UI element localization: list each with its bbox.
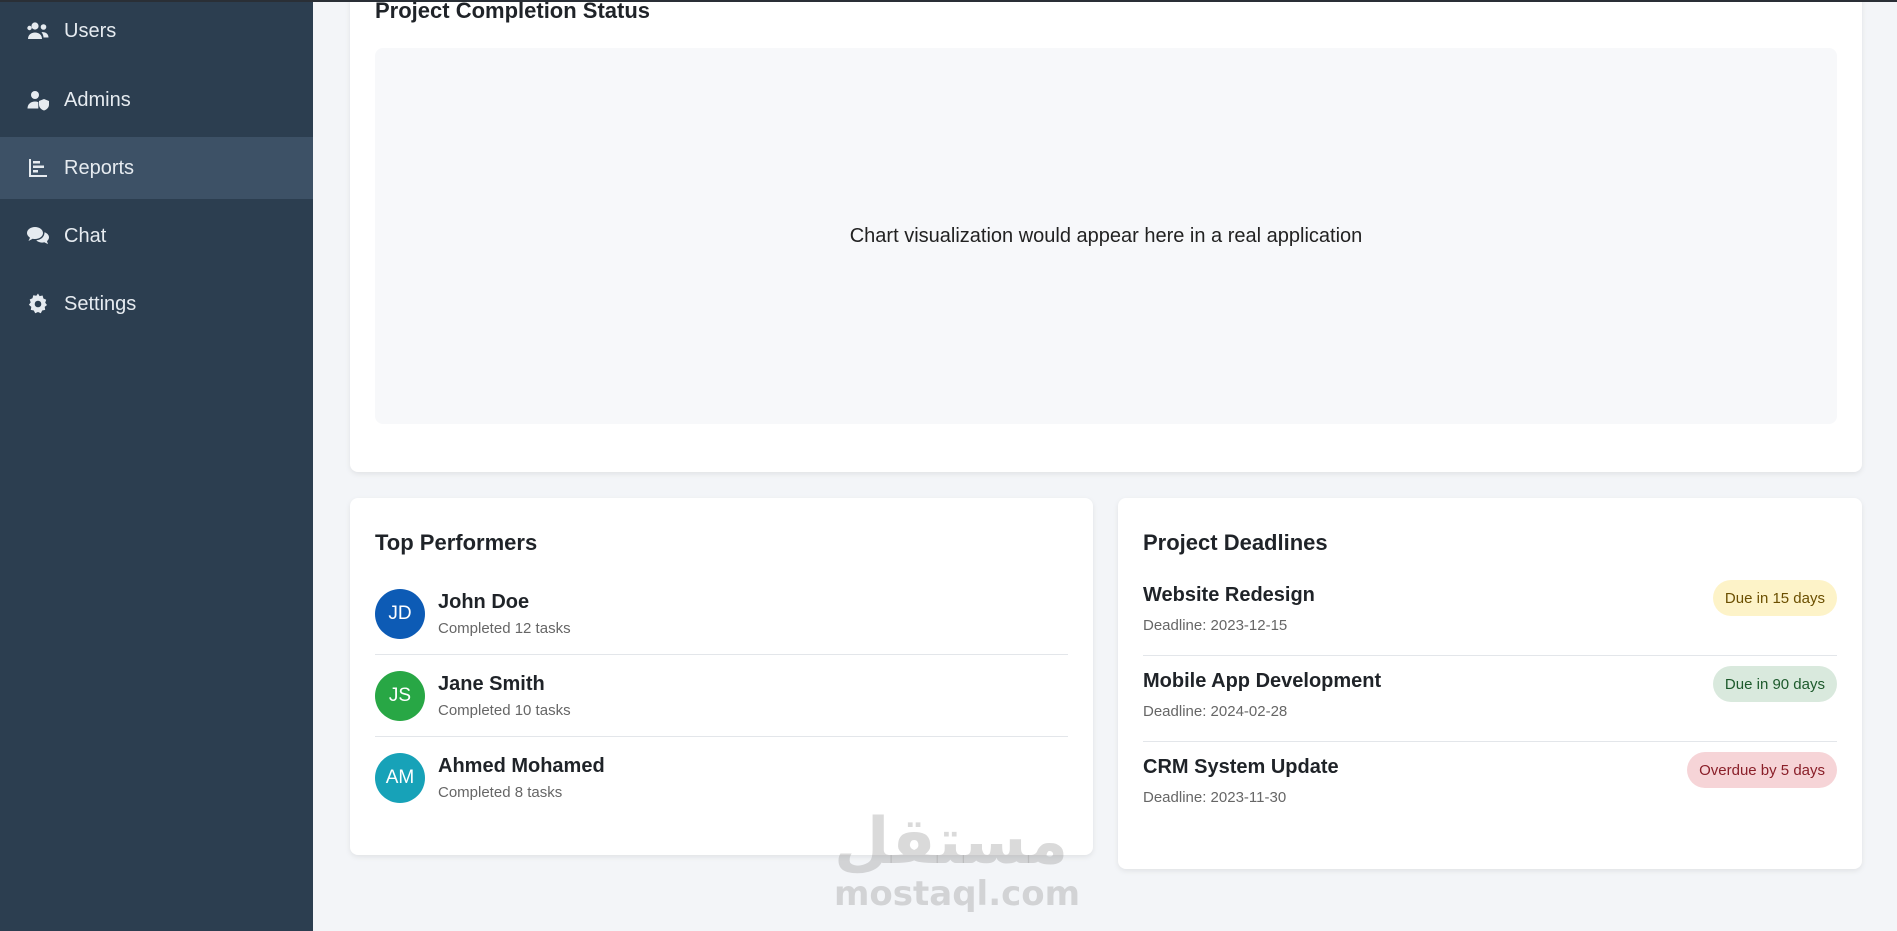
status-badge: Due in 15 days (1712, 580, 1837, 616)
users-icon (26, 19, 50, 43)
project-deadlines-card: Project Deadlines Website Redesign Deadl… (1118, 498, 1862, 869)
chart-placeholder-text: Chart visualization would appear here in… (849, 224, 1363, 247)
comments-icon (26, 224, 50, 248)
deadline-date: Deadline: 2023-11-30 (1143, 789, 1287, 806)
project-name: Mobile App Development (1143, 670, 1382, 692)
performer-name: John Doe (438, 590, 530, 613)
avatar: JS (375, 670, 425, 721)
watermark-logo: مستقل mostaql.com (834, 805, 1081, 914)
sidebar-item-chat[interactable]: Chat (0, 205, 313, 267)
project-name: CRM System Update (1143, 756, 1339, 778)
top-border (0, 0, 1897, 2)
main-content: Project Completion Status Chart visualiz… (313, 0, 1897, 931)
watermark-latin: mostaql.com (834, 874, 1081, 914)
chart-placeholder: Chart visualization would appear here in… (375, 48, 1837, 424)
watermark-arabic: مستقل (834, 805, 1069, 879)
sidebar-item-label: Reports (64, 156, 135, 179)
sidebar-item-users[interactable]: Users (0, 0, 313, 62)
top-performers-title: Top Performers (375, 530, 538, 555)
sidebar-item-label: Settings (64, 292, 137, 315)
completion-status-title: Project Completion Status (375, 0, 651, 23)
sidebar-item-label: Chat (64, 224, 107, 247)
performer-tasks: Completed 10 tasks (438, 701, 571, 719)
sidebar-item-label: Admins (64, 88, 131, 111)
user-shield-icon (26, 88, 50, 112)
completion-status-card: Project Completion Status Chart visualiz… (350, 0, 1862, 472)
deadline-date: Deadline: 2023-12-15 (1143, 617, 1288, 634)
avatar: AM (375, 753, 425, 803)
sidebar: Users Admins Reports Chat Settings (0, 0, 313, 931)
performer-tasks: Completed 12 tasks (438, 619, 571, 637)
sidebar-item-reports[interactable]: Reports (0, 137, 313, 199)
performer-row: JS Jane Smith Completed 10 tasks (375, 655, 1068, 737)
top-performers-card: Top Performers JD John Doe Completed 12 … (350, 498, 1093, 855)
project-deadlines-title: Project Deadlines (1143, 530, 1328, 555)
sidebar-item-settings[interactable]: Settings (0, 273, 313, 335)
deadline-row: Website Redesign Deadline: 2023-12-15 Du… (1143, 570, 1837, 656)
deadline-row: Mobile App Development Deadline: 2024-02… (1143, 656, 1837, 742)
sidebar-item-admins[interactable]: Admins (0, 69, 313, 131)
performer-tasks: Completed 8 tasks (438, 784, 563, 801)
performer-name: Ahmed Mohamed (438, 755, 605, 777)
status-badge: Due in 90 days (1712, 666, 1837, 702)
deadline-date: Deadline: 2024-02-28 (1143, 703, 1288, 720)
status-badge: Overdue by 5 days (1687, 752, 1837, 788)
performer-name: Jane Smith (438, 672, 545, 695)
bar-chart-icon (26, 156, 50, 180)
avatar: JD (375, 588, 425, 639)
performer-row: JD John Doe Completed 12 tasks (375, 573, 1068, 655)
deadline-row: CRM System Update Deadline: 2023-11-30 O… (1143, 742, 1837, 828)
project-name: Website Redesign (1143, 584, 1315, 606)
sidebar-item-label: Users (64, 19, 117, 42)
gear-icon (26, 292, 50, 316)
